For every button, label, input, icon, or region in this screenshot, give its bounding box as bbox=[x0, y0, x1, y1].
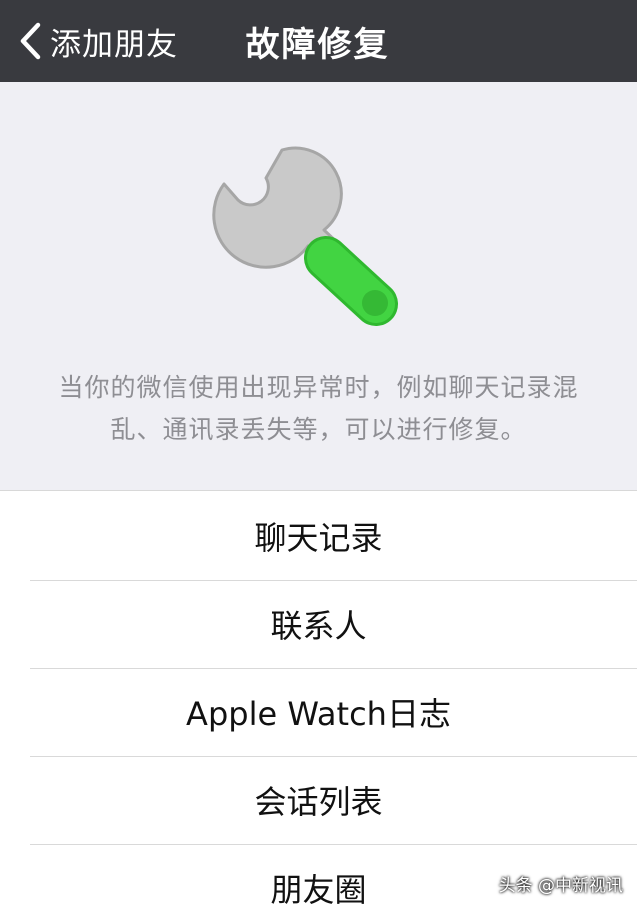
repair-option-apple-watch-log[interactable]: Apple Watch日志 bbox=[0, 668, 637, 756]
repair-info-panel: 当你的微信使用出现异常时，例如聊天记录混 乱、通讯录丢失等，可以进行修复。 bbox=[0, 82, 637, 491]
navigation-bar: 添加朋友 故障修复 bbox=[0, 0, 637, 82]
watermark: 头条 @中新视讯 bbox=[498, 876, 623, 896]
repair-option-chat-list[interactable]: 会话列表 bbox=[0, 756, 637, 844]
repair-description-line: 乱、通讯录丢失等，可以进行修复。 bbox=[110, 415, 527, 444]
repair-description-line: 当你的微信使用出现异常时，例如聊天记录混 bbox=[58, 373, 579, 402]
page-title: 故障修复 bbox=[245, 24, 390, 65]
repair-option-contacts[interactable]: 联系人 bbox=[0, 580, 637, 668]
repair-description: 当你的微信使用出现异常时，例如聊天记录混 乱、通讯录丢失等，可以进行修复。 bbox=[30, 367, 607, 451]
repair-options-list: 聊天记录 联系人 Apple Watch日志 会话列表 朋友圈 bbox=[0, 492, 637, 908]
wrench-icon bbox=[212, 146, 398, 326]
repair-option-chat-history[interactable]: 聊天记录 bbox=[0, 492, 637, 580]
